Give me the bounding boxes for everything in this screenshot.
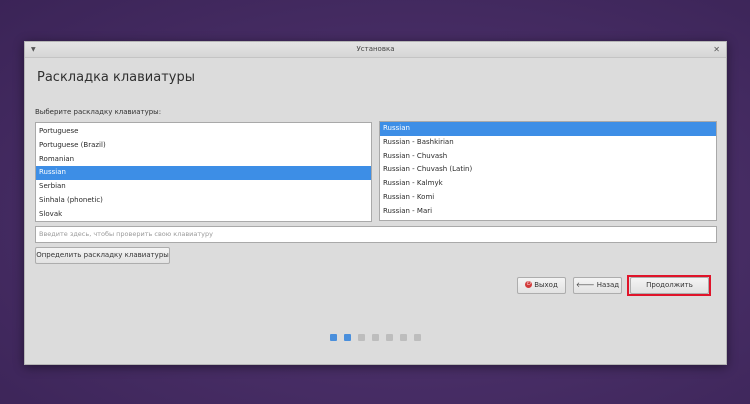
- variant-item[interactable]: Russian - Bashkirian: [380, 136, 716, 150]
- layout-item[interactable]: Romanian: [36, 153, 371, 167]
- progress-step-dot: [386, 334, 393, 341]
- window-menu-icon[interactable]: ▼: [31, 42, 36, 57]
- progress-steps: [330, 334, 421, 341]
- close-icon[interactable]: ✕: [713, 42, 720, 57]
- layout-prompt-label: Выберите раскладку клавиатуры:: [35, 108, 162, 116]
- keyboard-layout-list[interactable]: Portuguese Portuguese (Brazil) Romanian Rus…: [35, 122, 372, 222]
- exit-icon: ⏻: [525, 280, 533, 288]
- variant-item[interactable]: Russian - Chuvash (Latin): [380, 163, 716, 177]
- variant-item[interactable]: Russian - Komi: [380, 191, 716, 205]
- progress-step-dot: [330, 334, 337, 341]
- layout-item[interactable]: Portuguese (Brazil): [36, 139, 371, 153]
- installer-window: ▼ Установка ✕ Раскладка клавиатуры Выбер…: [24, 41, 727, 365]
- page-title: Раскладка клавиатуры: [37, 70, 196, 85]
- continue-button[interactable]: Продолжить: [630, 277, 709, 294]
- back-button-label: Назад: [596, 281, 620, 289]
- progress-step-dot: [414, 334, 421, 341]
- variant-item[interactable]: Russian - Kalmyk: [380, 177, 716, 191]
- back-button[interactable]: 🡐 Назад: [573, 277, 622, 294]
- arrow-left-icon: 🡐: [575, 281, 595, 289]
- progress-step-dot: [358, 334, 365, 341]
- exit-button[interactable]: ⏻ Выход: [517, 277, 566, 294]
- title-bar: ▼ Установка ✕: [25, 42, 726, 58]
- variant-item[interactable]: Russian: [380, 122, 716, 136]
- variant-item[interactable]: Russian - Chuvash: [380, 150, 716, 164]
- layout-item[interactable]: Russian: [36, 166, 371, 181]
- layout-item[interactable]: Serbian: [36, 180, 371, 194]
- layout-item[interactable]: Slovak: [36, 208, 371, 221]
- variant-item[interactable]: Russian - Mari: [380, 205, 716, 219]
- keyboard-variant-list[interactable]: Russian Russian - Bashkirian Russian - Chu…: [379, 121, 717, 221]
- progress-step-dot: [400, 334, 407, 341]
- layout-item[interactable]: Portuguese: [36, 125, 371, 139]
- window-title: Установка: [356, 45, 395, 53]
- exit-button-label: Выход: [534, 281, 558, 289]
- detect-layout-button[interactable]: Определить раскладку клавиатуры: [35, 247, 170, 264]
- progress-step-dot: [344, 334, 351, 341]
- layout-item[interactable]: Sinhala (phonetic): [36, 194, 371, 208]
- keyboard-test-input[interactable]: Введите здесь, чтобы проверить свою клав…: [35, 226, 717, 243]
- progress-step-dot: [372, 334, 379, 341]
